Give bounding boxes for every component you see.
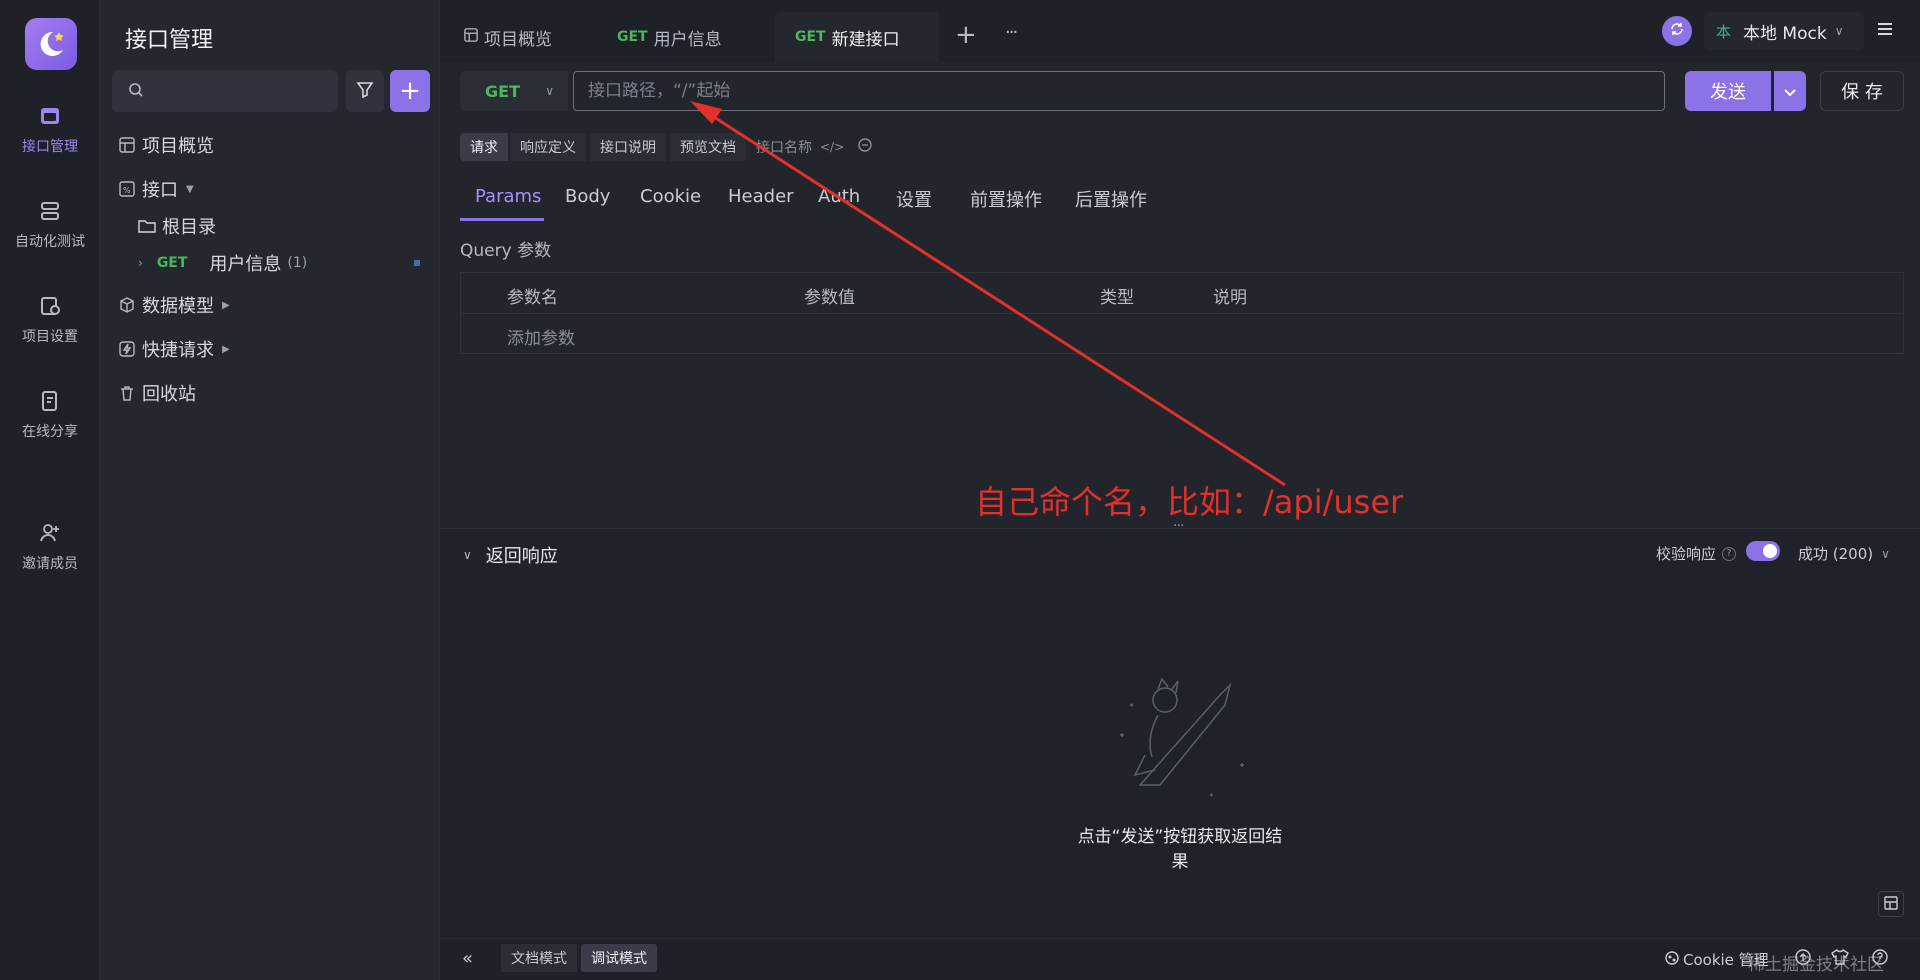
annotation-arrow [690,101,1286,487]
cookie-icon [1665,950,1679,969]
doc-mode-button[interactable]: 文档模式 [501,944,577,972]
collapse-sidebar-icon[interactable]: « [462,948,473,969]
annotation-text: 自己命个名，比如：/api/user [975,483,1404,521]
watermark: 稀土掘金技术社区 [1748,955,1884,975]
debug-mode-button[interactable]: 调试模式 [581,944,657,972]
